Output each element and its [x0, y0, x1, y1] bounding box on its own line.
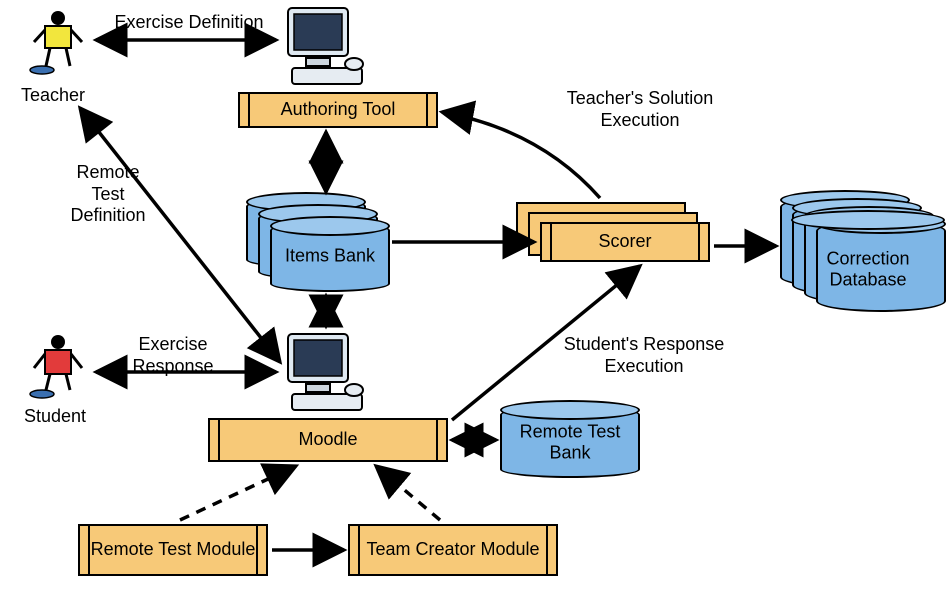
remote-test-module-label: Remote Test Module	[87, 537, 260, 563]
teacher-icon	[28, 8, 88, 78]
teacher-label: Teacher	[8, 85, 98, 107]
student-label: Student	[10, 406, 100, 428]
remote-test-bank-label: Remote Test Bank	[502, 421, 638, 464]
team-creator-module-node: Team Creator Module	[348, 524, 558, 576]
moodle-node: Moodle	[208, 418, 448, 462]
correction-db-label: Correction Database	[793, 249, 943, 292]
authoring-tool-node: Authoring Tool	[238, 92, 438, 128]
authoring-computer-icon	[282, 2, 372, 92]
student-icon	[28, 332, 88, 402]
remote-test-module-node: Remote Test Module	[78, 524, 268, 576]
student-response-exec-label: Student's Response Execution	[544, 334, 744, 377]
remote-test-definition-label: Remote Test Definition	[58, 162, 158, 227]
moodle-computer-icon	[282, 328, 372, 418]
teacher-solution-exec-label: Teacher's Solution Execution	[550, 88, 730, 131]
items-bank-label: Items Bank	[272, 245, 388, 267]
exercise-response-label: Exercise Response	[118, 334, 228, 377]
scorer-node: Scorer	[540, 222, 710, 262]
team-creator-module-label: Team Creator Module	[362, 537, 543, 563]
remote-test-bank-node: Remote Test Bank	[500, 406, 640, 478]
exercise-definition-label: Exercise Definition	[104, 12, 274, 34]
items-bank-node: Items Bank	[270, 222, 390, 292]
authoring-tool-label: Authoring Tool	[277, 97, 400, 123]
scorer-label: Scorer	[594, 229, 655, 255]
correction-db-node: Correction Database	[793, 218, 943, 310]
moodle-label: Moodle	[294, 427, 361, 453]
